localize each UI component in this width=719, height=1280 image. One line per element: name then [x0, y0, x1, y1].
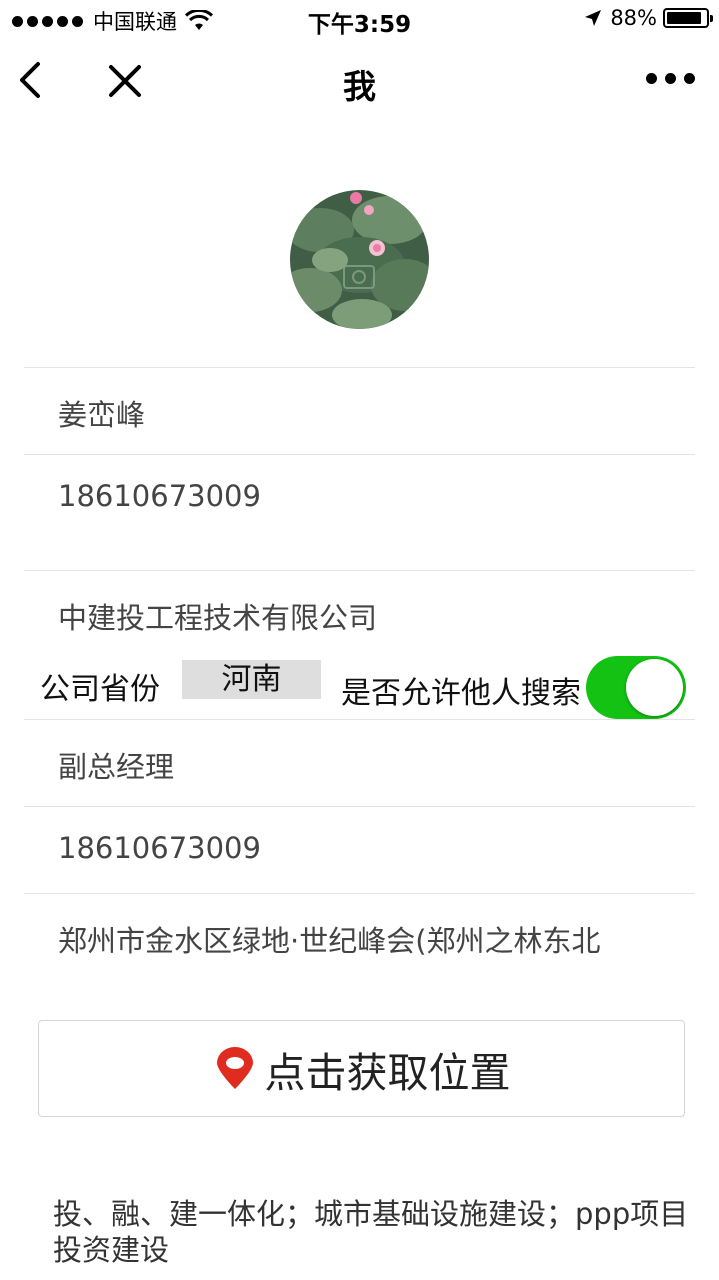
avatar[interactable] — [290, 190, 429, 329]
divider — [24, 367, 695, 368]
province-row: 公司省份 河南 是否允许他人搜索 — [0, 656, 719, 722]
battery-percent: 88% — [610, 6, 657, 30]
divider — [24, 806, 695, 807]
contact-phone-field[interactable]: 18610673009 — [58, 831, 261, 865]
position-field[interactable]: 副总经理 — [58, 744, 174, 786]
divider — [24, 570, 695, 571]
status-bar: 中国联通 下午3:59 88% — [0, 0, 719, 40]
avatar-image — [290, 190, 429, 329]
divider — [24, 719, 695, 720]
toggle-knob — [626, 659, 683, 716]
company-field[interactable]: 中建投工程技术有限公司 — [58, 595, 377, 637]
province-label: 公司省份 — [40, 672, 160, 707]
business-description: 投、融、建一体化；城市基础设施建设；ppp项目投资建设 — [53, 1197, 689, 1267]
more-icon[interactable] — [646, 73, 695, 84]
allow-search-label: 是否允许他人搜索 — [341, 676, 581, 711]
allow-search-toggle[interactable] — [586, 656, 686, 719]
location-arrow-icon — [585, 10, 602, 26]
phone-field[interactable]: 18610673009 — [58, 479, 261, 513]
get-location-button[interactable]: 点击获取位置 — [38, 1020, 685, 1117]
battery-icon — [663, 8, 713, 28]
page-title: 我 — [343, 67, 376, 106]
divider — [24, 454, 695, 455]
get-location-label: 点击获取位置 — [264, 1048, 511, 1097]
address-field[interactable]: 郑州市金水区绿地·世纪峰会(郑州之林东北) — [58, 918, 603, 960]
name-field[interactable]: 姜峦峰 — [58, 392, 145, 434]
province-select[interactable]: 河南 — [182, 660, 321, 699]
map-pin-icon — [216, 1046, 253, 1089]
divider — [24, 893, 695, 894]
nav-bar: 我 — [0, 40, 719, 124]
